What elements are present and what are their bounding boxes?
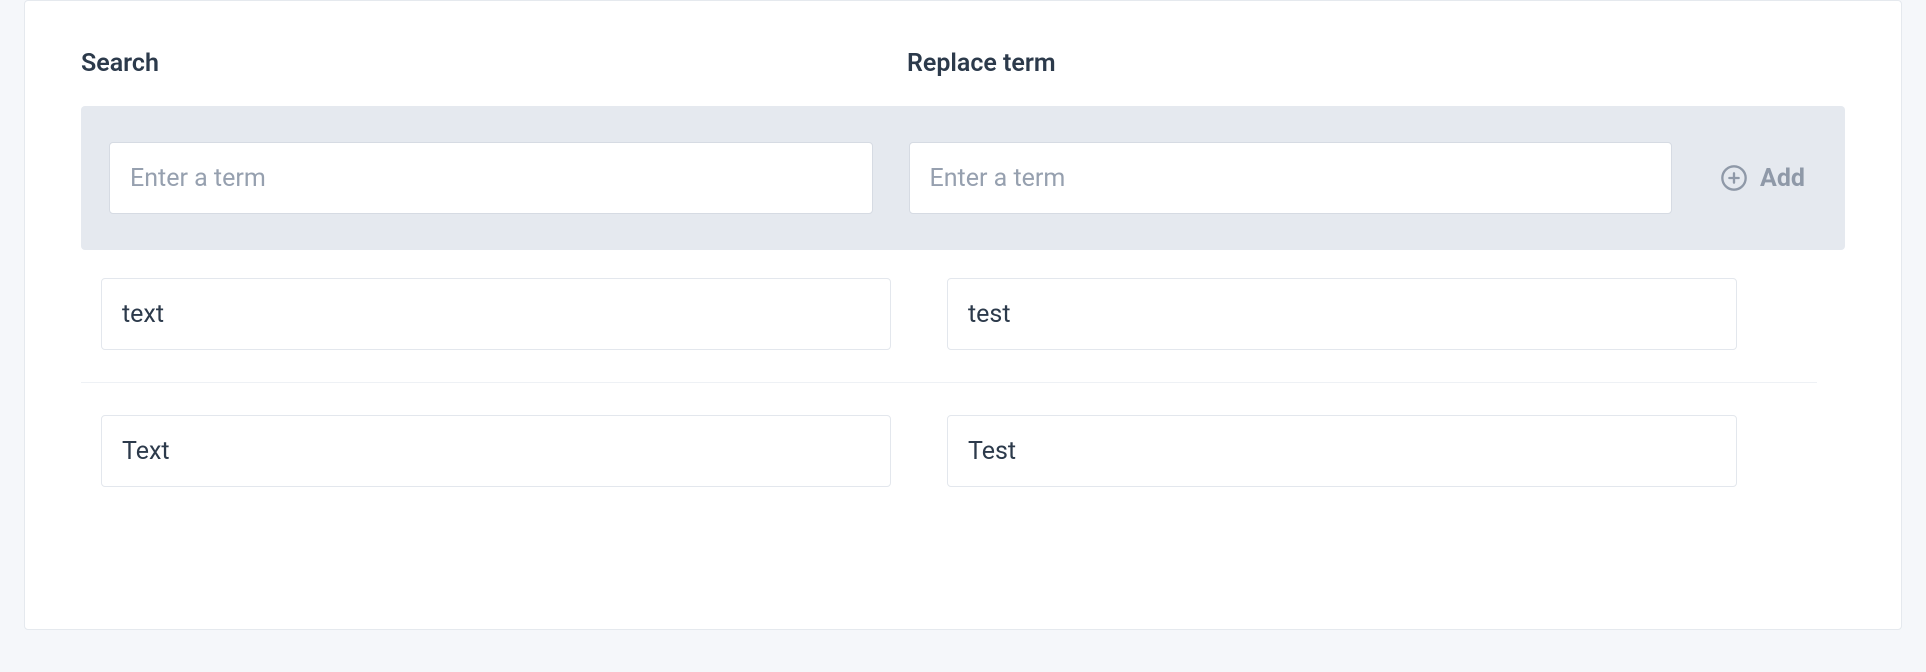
search-header: Search xyxy=(81,49,871,78)
term-row xyxy=(81,278,1817,383)
replace-input[interactable] xyxy=(947,415,1737,487)
terms-list xyxy=(81,278,1845,519)
add-row: Add xyxy=(81,106,1845,250)
search-input-new[interactable] xyxy=(109,142,873,214)
add-button-label: Add xyxy=(1760,164,1805,193)
search-input[interactable] xyxy=(101,278,891,350)
search-replace-card: Search Replace term Add xyxy=(24,0,1902,630)
plus-circle-icon xyxy=(1720,164,1748,192)
replace-header: Replace term xyxy=(907,49,1697,78)
term-row xyxy=(81,383,1817,519)
add-button[interactable]: Add xyxy=(1708,156,1817,201)
search-input[interactable] xyxy=(101,415,891,487)
replace-input-new[interactable] xyxy=(909,142,1673,214)
header-row: Search Replace term xyxy=(81,49,1845,78)
replace-input[interactable] xyxy=(947,278,1737,350)
